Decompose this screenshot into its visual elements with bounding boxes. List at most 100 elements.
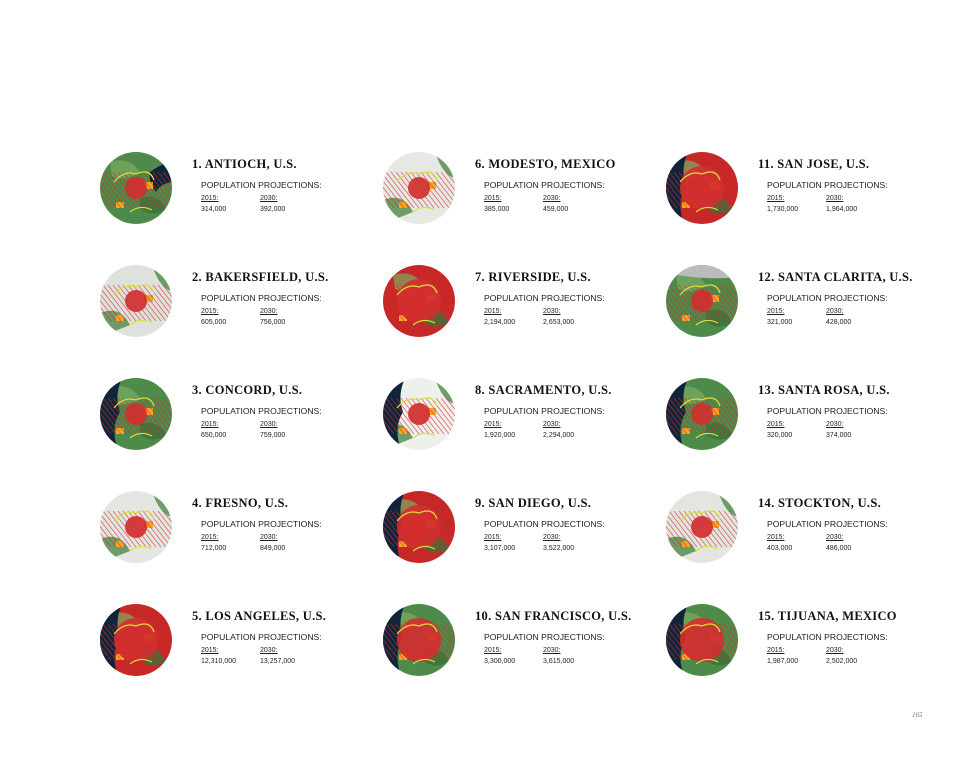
population-2015-value: 3,107,000	[484, 545, 516, 552]
year-2015-label: 2015:	[201, 195, 219, 202]
population-2015-value: 1,920,000	[484, 432, 516, 439]
population-2015-value: 3,300,000	[484, 658, 516, 665]
city-entry: 8. SACRAMENTO, U.S. POPULATION PROJECTIO…	[383, 378, 653, 458]
city-entry: 4. FRESNO, U.S. POPULATION PROJECTIONS: …	[100, 491, 370, 571]
year-2030-label: 2030:	[260, 195, 278, 202]
projections-heading: POPULATION PROJECTIONS:	[484, 519, 605, 529]
year-2030-label: 2030:	[826, 534, 844, 541]
city-title: 3. CONCORD, U.S.	[192, 383, 303, 397]
city-entry: 11. SAN JOSE, U.S. POPULATION PROJECTION…	[666, 152, 936, 232]
projections-heading: POPULATION PROJECTIONS:	[201, 293, 322, 303]
year-2030-label: 2030:	[826, 421, 844, 428]
projections-heading: POPULATION PROJECTIONS:	[767, 519, 888, 529]
city-entry: 7. RIVERSIDE, U.S. POPULATION PROJECTION…	[383, 265, 653, 345]
projections-heading: POPULATION PROJECTIONS:	[201, 180, 322, 190]
projections-heading: POPULATION PROJECTIONS:	[201, 406, 322, 416]
year-2015-label: 2015:	[484, 308, 502, 315]
year-2030-label: 2030:	[260, 308, 278, 315]
city-map-image	[666, 152, 738, 224]
population-2015-value: 2,194,000	[484, 319, 516, 326]
year-2030-label: 2030:	[826, 195, 844, 202]
year-2015-label: 2015:	[767, 308, 785, 315]
city-title: 15. TIJUANA, MEXICO	[758, 609, 897, 623]
city-entry: 10. SAN FRANCISCO, U.S. POPULATION PROJE…	[383, 604, 653, 684]
city-entry: 5. LOS ANGELES, U.S. POPULATION PROJECTI…	[100, 604, 370, 684]
year-2030-label: 2030:	[826, 308, 844, 315]
projections-heading: POPULATION PROJECTIONS:	[484, 293, 605, 303]
city-map-image	[383, 378, 455, 450]
city-entry: 13. SANTA ROSA, U.S. POPULATION PROJECTI…	[666, 378, 936, 458]
projections-heading: POPULATION PROJECTIONS:	[201, 632, 322, 642]
population-2015-value: 403,000	[767, 545, 793, 552]
population-2015-value: 650,000	[201, 432, 227, 439]
population-2030-value: 392,000	[260, 206, 286, 213]
year-2030-label: 2030:	[260, 534, 278, 541]
population-2015-value: 712,000	[201, 545, 227, 552]
city-title: 4. FRESNO, U.S.	[192, 496, 289, 510]
year-2015-label: 2015:	[484, 647, 502, 654]
city-entry: 9. SAN DIEGO, U.S. POPULATION PROJECTION…	[383, 491, 653, 571]
year-2030-label: 2030:	[543, 308, 561, 315]
population-2030-value: 2,502,000	[826, 658, 858, 665]
year-2015-label: 2015:	[201, 647, 219, 654]
projections-heading: POPULATION PROJECTIONS:	[767, 632, 888, 642]
year-2030-label: 2030:	[543, 534, 561, 541]
city-title: 8. SACRAMENTO, U.S.	[475, 383, 612, 397]
city-grid: 1. ANTIOCH, U.S. POPULATION PROJECTIONS:…	[0, 0, 980, 762]
city-title: 13. SANTA ROSA, U.S.	[758, 383, 890, 397]
projections-heading: POPULATION PROJECTIONS:	[767, 406, 888, 416]
population-2015-value: 321,000	[767, 319, 793, 326]
year-2030-label: 2030:	[260, 421, 278, 428]
year-2030-label: 2030:	[543, 647, 561, 654]
city-map-image	[100, 378, 172, 450]
population-2030-value: 3,615,000	[543, 658, 575, 665]
projections-heading: POPULATION PROJECTIONS:	[484, 180, 605, 190]
year-2030-label: 2030:	[826, 647, 844, 654]
city-entry: 12. SANTA CLARITA, U.S. POPULATION PROJE…	[666, 265, 936, 345]
city-map-image	[666, 378, 738, 450]
population-2030-value: 486,000	[826, 545, 852, 552]
city-title: 7. RIVERSIDE, U.S.	[475, 270, 591, 284]
city-entry: 6. MODESTO, MEXICO POPULATION PROJECTION…	[383, 152, 653, 232]
projections-heading: POPULATION PROJECTIONS:	[767, 180, 888, 190]
year-2015-label: 2015:	[484, 421, 502, 428]
year-2030-label: 2030:	[260, 647, 278, 654]
city-title: 14. STOCKTON, U.S.	[758, 496, 882, 510]
projections-heading: POPULATION PROJECTIONS:	[484, 406, 605, 416]
year-2015-label: 2015:	[201, 534, 219, 541]
population-2030-value: 2,294,000	[543, 432, 575, 439]
city-title: 12. SANTA CLARITA, U.S.	[758, 270, 913, 284]
city-map-image	[666, 491, 738, 563]
city-map-image	[100, 604, 172, 676]
city-title: 1. ANTIOCH, U.S.	[192, 157, 297, 171]
population-2030-value: 374,000	[826, 432, 852, 439]
city-entry: 1. ANTIOCH, U.S. POPULATION PROJECTIONS:…	[100, 152, 370, 232]
population-2030-value: 849,000	[260, 545, 286, 552]
city-title: 6. MODESTO, MEXICO	[475, 157, 616, 171]
population-2030-value: 428,000	[826, 319, 852, 326]
year-2015-label: 2015:	[767, 195, 785, 202]
projections-heading: POPULATION PROJECTIONS:	[484, 632, 605, 642]
population-2015-value: 1,987,000	[767, 658, 799, 665]
year-2030-label: 2030:	[543, 421, 561, 428]
population-2030-value: 759,000	[260, 432, 286, 439]
population-2030-value: 3,522,000	[543, 545, 575, 552]
city-entry: 15. TIJUANA, MEXICO POPULATION PROJECTIO…	[666, 604, 936, 684]
year-2015-label: 2015:	[484, 195, 502, 202]
city-entry: 3. CONCORD, U.S. POPULATION PROJECTIONS:…	[100, 378, 370, 458]
population-2015-value: 1,730,000	[767, 206, 799, 213]
year-2015-label: 2015:	[767, 647, 785, 654]
year-2015-label: 2015:	[767, 421, 785, 428]
projections-heading: POPULATION PROJECTIONS:	[767, 293, 888, 303]
city-entry: 14. STOCKTON, U.S. POPULATION PROJECTION…	[666, 491, 936, 571]
city-map-image	[383, 604, 455, 676]
city-map-image	[666, 604, 738, 676]
city-map-image	[383, 152, 455, 224]
city-map-image	[100, 152, 172, 224]
city-title: 2. BAKERSFIELD, U.S.	[192, 270, 329, 284]
population-2030-value: 756,000	[260, 319, 286, 326]
city-map-image	[666, 265, 738, 337]
year-2015-label: 2015:	[484, 534, 502, 541]
page-number: 165	[912, 711, 923, 719]
population-2030-value: 1,964,000	[826, 206, 858, 213]
